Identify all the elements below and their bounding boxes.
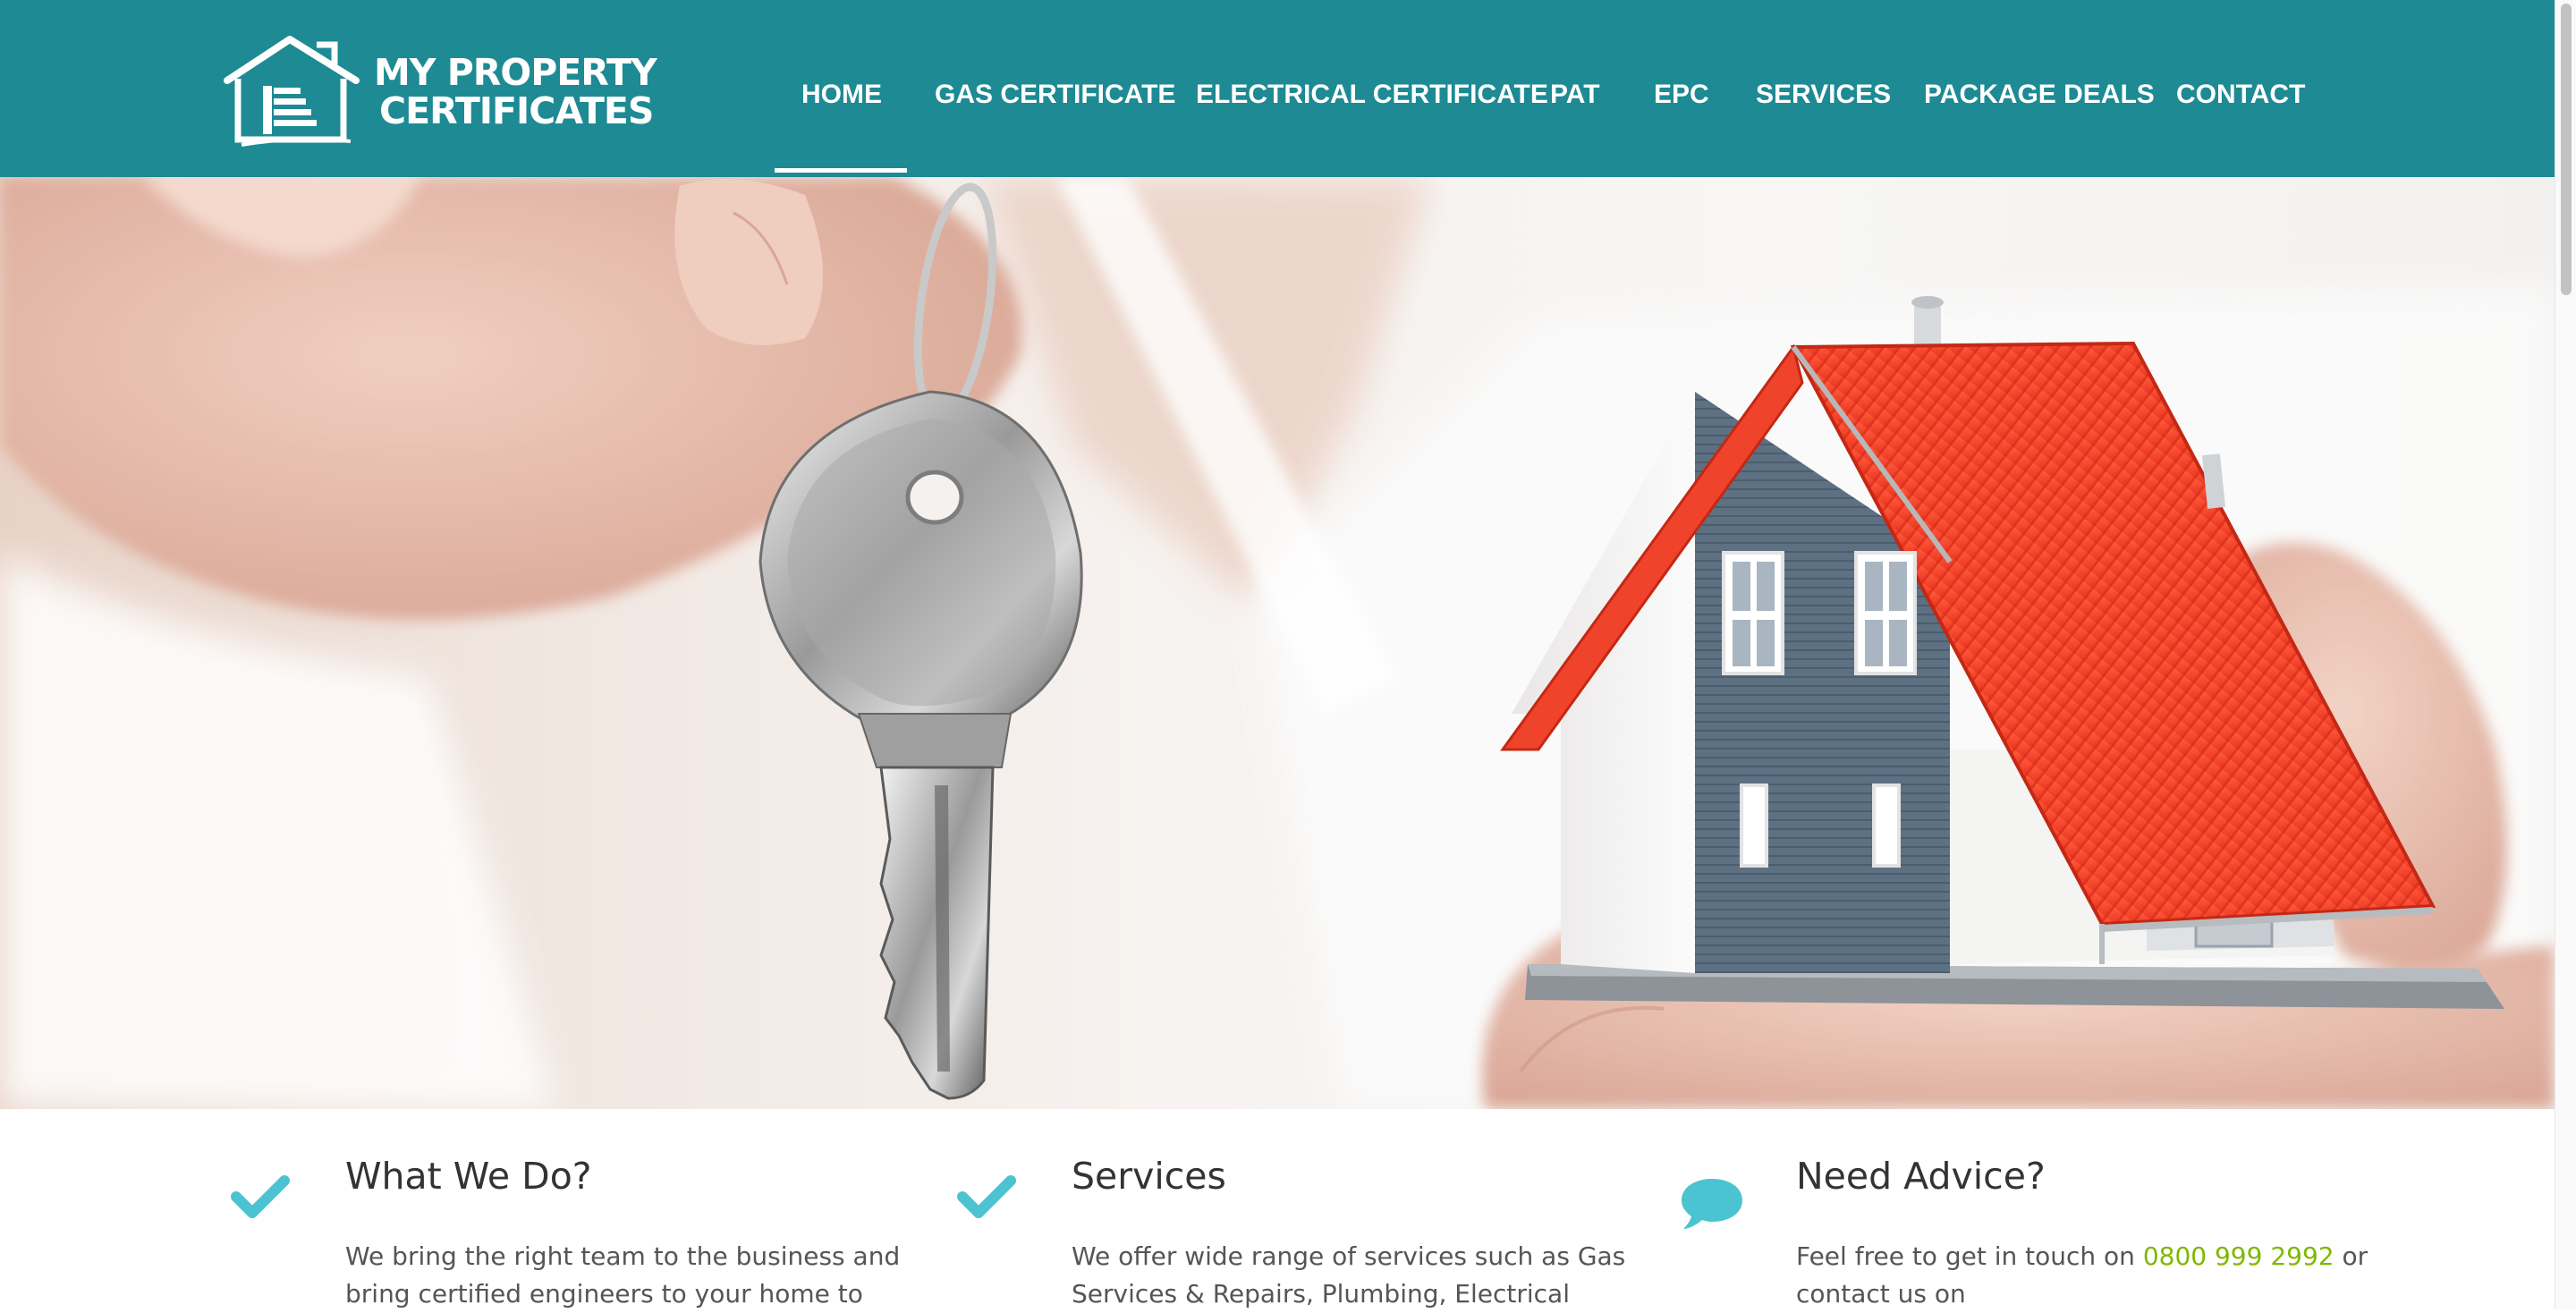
nav-package-deals[interactable]: PACKAGE DEALS — [1924, 77, 2155, 113]
feature-text-line2: contact us on — [1796, 1279, 1966, 1309]
page-scrollbar[interactable] — [2555, 0, 2576, 1309]
checkmark-icon — [957, 1175, 1016, 1218]
logo-text-line1: MY PROPERTY — [374, 51, 657, 94]
feature-title: Services — [1072, 1155, 1226, 1198]
house-logo-icon — [224, 36, 360, 147]
phone-link[interactable]: 0800 999 2992 — [2143, 1241, 2334, 1271]
checkmark-icon — [231, 1175, 290, 1218]
nav-epc[interactable]: EPC — [1654, 77, 1709, 113]
nav-services[interactable]: SERVICES — [1756, 77, 1891, 113]
feature-text-line1: We offer wide range of services such as … — [1072, 1241, 1626, 1271]
feature-text-before: Feel free to get in touch on — [1796, 1241, 2143, 1271]
nav-contact[interactable]: CONTACT — [2176, 77, 2305, 113]
feature-text-line1: Feel free to get in touch on 0800 999 29… — [1796, 1238, 2368, 1275]
logo-text-line2: CERTIFICATES — [379, 89, 654, 132]
feature-text-line2: bring certified engineers to your home t… — [345, 1279, 863, 1309]
nav-home[interactable]: HOME — [801, 77, 882, 113]
nav-electrical-certificate[interactable]: ELECTRICAL CERTIFICATE — [1196, 77, 1548, 113]
feature-text-after: or — [2334, 1241, 2368, 1271]
feature-text-line2: Services & Repairs, Plumbing, Electrical — [1072, 1279, 1570, 1309]
feature-title: Need Advice? — [1796, 1155, 2046, 1198]
hero-image — [0, 177, 2555, 1109]
scrollbar-thumb[interactable] — [2561, 4, 2572, 295]
feature-text-line1: We bring the right team to the business … — [345, 1241, 901, 1271]
nav-active-indicator — [775, 168, 907, 173]
nav-gas-certificate[interactable]: GAS CERTIFICATE — [935, 77, 1175, 113]
hero-banner — [0, 177, 2555, 1109]
feature-title: What We Do? — [345, 1155, 592, 1198]
site-logo[interactable]: MY PROPERTY CERTIFICATES — [224, 34, 657, 150]
speech-bubble-icon — [1682, 1179, 1742, 1229]
site-header: MY PROPERTY CERTIFICATES HOME GAS CERTIF… — [0, 0, 2555, 177]
nav-pat[interactable]: PAT — [1550, 77, 1600, 113]
